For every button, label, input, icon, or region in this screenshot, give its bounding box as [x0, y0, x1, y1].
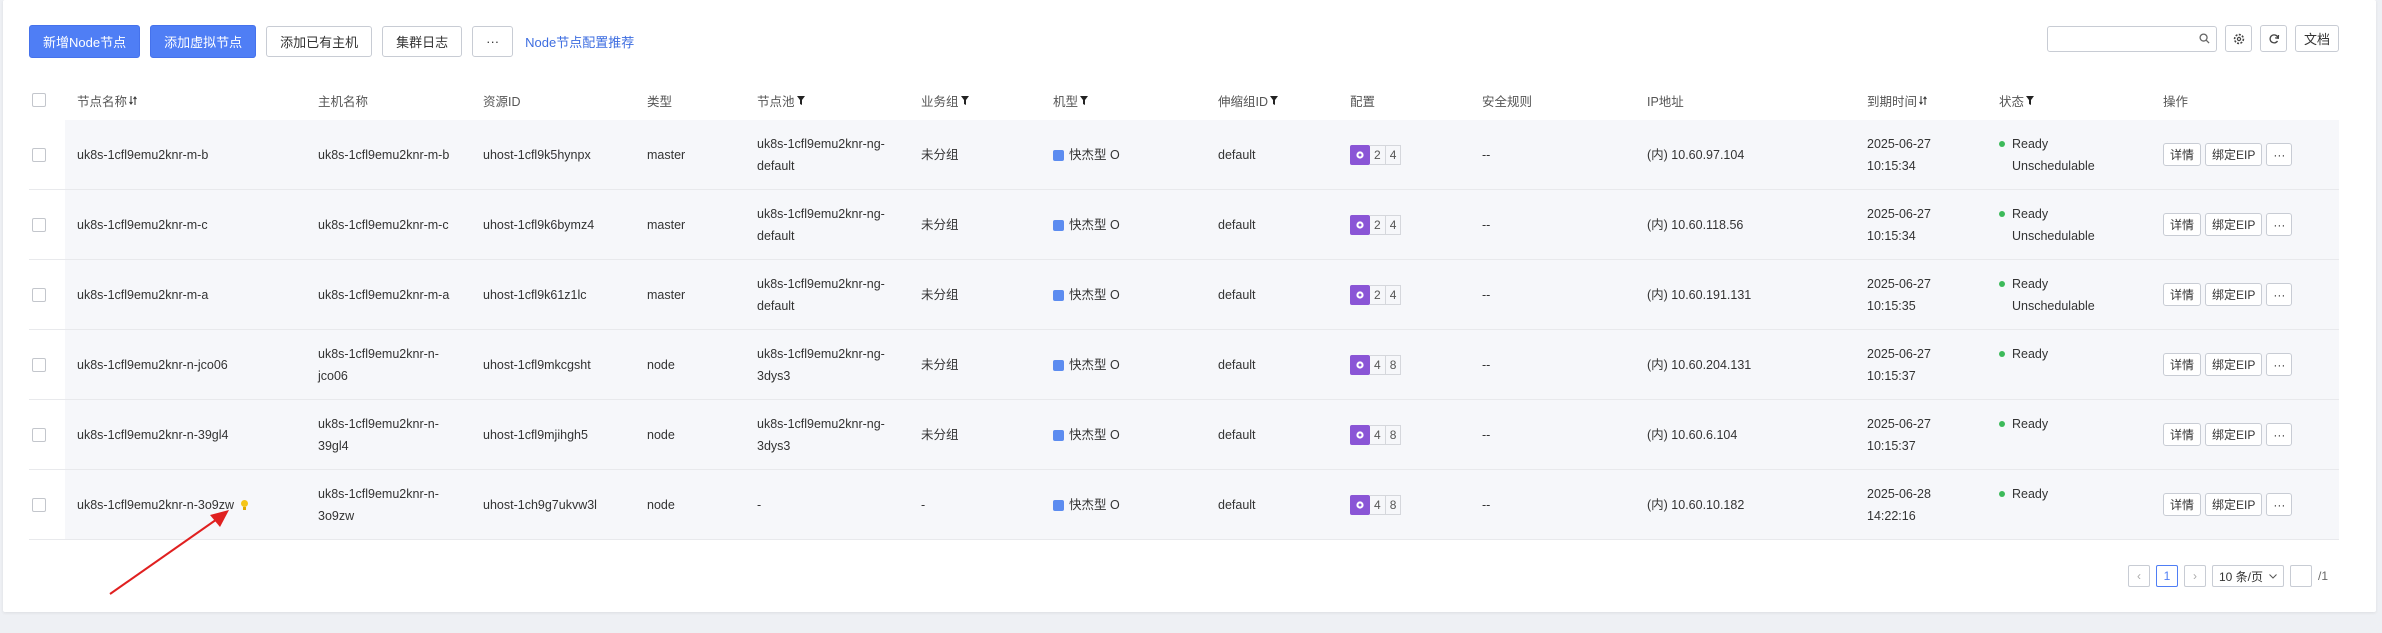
annotation-arrow — [109, 510, 229, 595]
